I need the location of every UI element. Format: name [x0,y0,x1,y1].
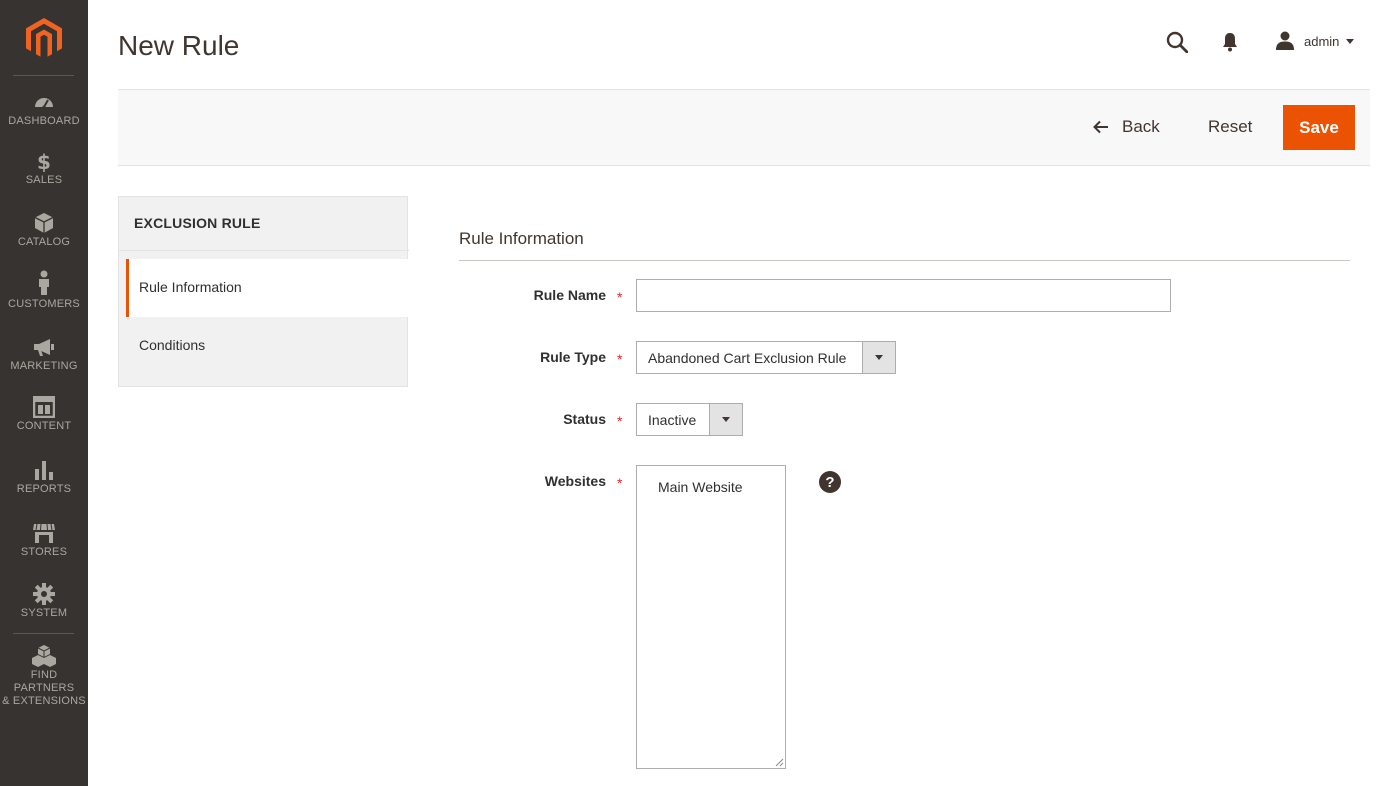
required-marker: * [617,289,623,305]
tab-conditions[interactable]: Conditions [126,317,408,375]
svg-text:$: $ [37,150,51,172]
required-marker: * [617,351,623,367]
rule-name-input[interactable] [636,279,1171,312]
nav-customers[interactable]: CUSTOMERS [0,270,88,311]
nav-label: DASHBOARD [8,115,80,127]
chevron-down-icon [875,355,883,360]
nav-dashboard[interactable]: DASHBOARD [0,91,88,128]
tab-label: Rule Information [139,279,242,295]
bar-chart-icon [35,461,53,480]
rule-name-label: Rule Name [533,287,606,303]
chevron-down-icon [1346,38,1355,44]
sidebar-divider [13,75,74,76]
tabs-panel: EXCLUSION RULE Rule Information Conditio… [118,196,409,387]
dashboard-icon [35,98,53,109]
nav-label: STORES [20,546,68,558]
gear-icon [33,583,55,605]
person-icon [39,270,49,295]
chevron-down-icon [722,417,730,422]
user-icon [1276,31,1294,50]
status-value: Inactive [648,411,697,428]
rule-type-label: Rule Type [540,349,606,365]
nav-stores[interactable]: STORES [0,522,88,559]
status-label: Status [563,411,606,427]
resize-handle-icon[interactable] [775,758,784,767]
rule-type-select[interactable]: Abandoned Cart Exclusion Rule [636,341,896,374]
layout-icon [33,396,55,418]
section-title: Rule Information [459,229,584,248]
back-label: Back [1122,117,1160,136]
back-button[interactable]: Back [1093,117,1160,137]
nav-label: SYSTEM [20,607,68,619]
nav-label: CONTENT [16,420,72,432]
tab-label: Conditions [139,337,206,353]
nav-label: CATALOG [17,236,71,248]
bell-icon[interactable] [1221,32,1239,52]
required-marker: * [617,413,623,429]
arrow-left-icon [1093,120,1108,134]
required-marker: * [617,475,623,491]
website-option[interactable]: Main Website [658,479,743,495]
nav-label: & EXTENSIONS [2,695,86,707]
dropdown-button [709,404,742,435]
user-menu[interactable]: admin [1275,30,1355,52]
section-divider [459,260,1350,261]
dropdown-button [862,342,895,373]
help-icon[interactable]: ? [819,471,841,493]
nav-system[interactable]: SYSTEM [0,583,88,620]
nav-label: MARKETING [10,360,78,372]
websites-multiselect[interactable]: Main Website [636,465,786,769]
nav-label: REPORTS [16,483,72,495]
user-name: admin [1304,33,1340,49]
nav-marketing[interactable]: MARKETING [0,336,88,373]
status-select[interactable]: Inactive [636,403,743,436]
nav-catalog[interactable]: CATALOG [0,212,88,249]
nav-reports[interactable]: REPORTS [0,459,88,496]
nav-sales[interactable]: $ SALES [0,150,88,187]
dollar-icon: $ [37,150,51,172]
megaphone-icon [34,339,54,356]
nav-find-partners[interactable]: FIND PARTNERS & EXTENSIONS [0,645,88,708]
nav-content[interactable]: CONTENT [0,396,88,433]
reset-button[interactable]: Reset [1208,117,1252,137]
sidebar-divider [13,633,74,634]
search-icon[interactable] [1166,31,1188,53]
magento-logo-icon[interactable] [26,18,62,58]
admin-sidebar: DASHBOARD $ SALES CATALOG CUSTOMERS MARK… [0,0,88,786]
page-actions-bar: Back Reset Save [118,89,1370,166]
save-button[interactable]: Save [1283,105,1355,150]
tab-rule-information[interactable]: Rule Information [126,259,408,317]
cubes-icon [32,645,56,667]
box-icon [34,213,54,233]
nav-label: SALES [25,174,63,186]
rule-type-value: Abandoned Cart Exclusion Rule [648,349,847,366]
nav-label: CUSTOMERS [8,298,80,310]
tab-divider [119,250,409,251]
nav-label: FIND PARTNERS [13,669,75,694]
websites-label: Websites [544,473,606,489]
tabs-title: EXCLUSION RULE [134,215,261,231]
storefront-icon [33,523,55,543]
page-title: New Rule [118,30,240,61]
